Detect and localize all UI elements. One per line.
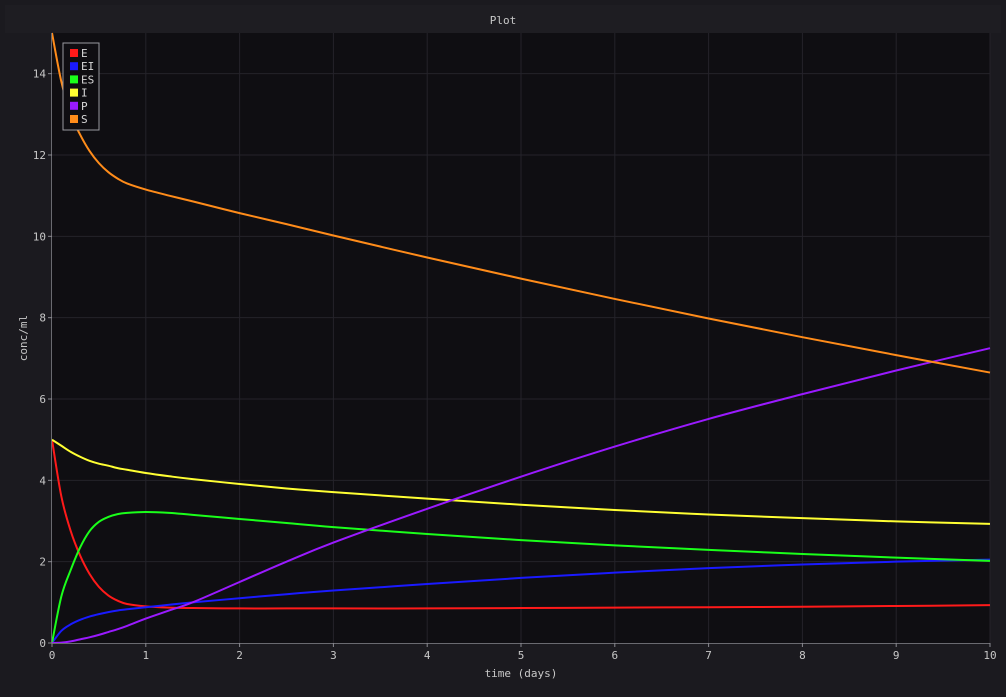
x-tick-label: 1	[142, 649, 149, 662]
y-tick-label: 14	[33, 68, 47, 81]
x-tick-label: 10	[983, 649, 996, 662]
x-tick-label: 3	[330, 649, 337, 662]
x-tick-label: 0	[49, 649, 56, 662]
legend-label-s: S	[81, 113, 88, 126]
y-tick-label: 2	[39, 556, 46, 569]
legend-swatch-es	[70, 75, 78, 84]
legend-swatch-i	[70, 88, 78, 97]
x-tick-label: 5	[518, 649, 525, 662]
y-axis-label: conc/ml	[17, 315, 30, 361]
legend-label-ei: EI	[81, 60, 94, 73]
legend-label-es: ES	[81, 73, 94, 86]
legend-swatch-s	[70, 115, 78, 123]
y-tick-label: 12	[33, 149, 46, 162]
y-tick-label: 10	[33, 230, 46, 243]
x-tick-label: 8	[799, 649, 806, 662]
plot-window: Plot 0 1 2 3 4 5 6 7 8 9 10 0 2 4 6 8 10 12 14 time (days)…	[0, 0, 1006, 697]
y-tick-label: 6	[39, 393, 46, 406]
x-tick-label: 6	[611, 649, 618, 662]
x-tick-label: 2	[236, 649, 243, 662]
x-tick-label: 9	[893, 649, 900, 662]
line-chart: 0 1 2 3 4 5 6 7 8 9 1002468101214 time (days) conc…	[17, 32, 997, 680]
legend-swatch-ei	[70, 62, 78, 71]
x-axis-label: time (days)	[485, 667, 558, 680]
legend-label-p: P	[81, 100, 88, 113]
legend-label-e: E	[81, 47, 88, 60]
legend-swatch-p	[70, 101, 78, 110]
x-tick-label: 7	[705, 649, 712, 662]
x-tick-label: 4	[424, 649, 431, 662]
legend-swatch-e	[70, 49, 78, 57]
legend: EEIESIPS	[62, 42, 100, 131]
y-tick-label: 8	[39, 312, 46, 325]
legend-label-i: I	[81, 87, 88, 100]
y-tick-label: 0	[39, 637, 46, 650]
y-tick-label: 4	[39, 474, 46, 487]
